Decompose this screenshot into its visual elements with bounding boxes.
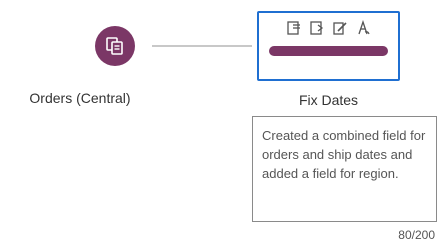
orders-central-node[interactable] [95,26,135,66]
step-description-box[interactable]: Created a combined field for orders and … [252,116,437,222]
description-char-count: 80/200 [398,228,435,242]
merge-fields-icon [286,20,302,36]
step-progress-bar [269,46,388,56]
step-label: Fix Dates [298,92,359,108]
flow-canvas: Orders (Central) Fix Dates Created a com… [0,0,439,247]
step-change-icons [259,20,398,36]
flow-connector [152,45,252,47]
calculated-field-icon [355,20,371,36]
data-source-icon [104,35,126,57]
input-node-label: Orders (Central) [29,90,131,106]
edit-values-icon [332,20,348,36]
fix-dates-step[interactable] [257,11,400,81]
step-description-text: Created a combined field for orders and … [262,128,426,181]
rename-field-icon [309,20,325,36]
